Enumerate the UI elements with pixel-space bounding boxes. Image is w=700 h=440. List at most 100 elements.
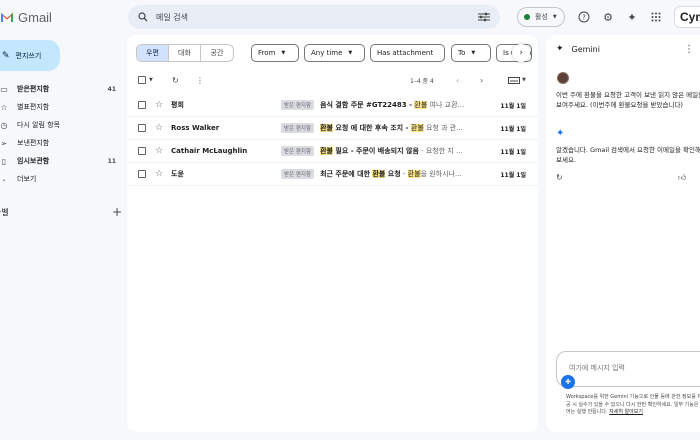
learn-more-link[interactable]: 자세히 알아보기 [609, 409, 643, 415]
inbox-label-tag[interactable]: 받은 편지함 [281, 123, 315, 133]
user-prompt-message: 이번 주에 환불을 요청한 고객이 보낸 읽지 않은 메일을 보여주세요. (이… [556, 91, 700, 109]
input-tools-icon[interactable]: ▼ [508, 72, 526, 88]
row-checkbox[interactable] [138, 147, 146, 155]
gemini-message-input[interactable] [569, 364, 699, 372]
tab-chat[interactable]: 대화 [169, 45, 201, 61]
sidebar-item-label: 별표편지함 [17, 103, 50, 111]
tab-spaces[interactable]: 공간 [201, 45, 233, 61]
email-date: 11월 1일 [500, 171, 526, 179]
row-checkbox[interactable] [138, 170, 146, 178]
inbox-label-tag[interactable]: 받은 편지함 [281, 169, 315, 179]
row-checkbox[interactable] [138, 124, 146, 132]
email-date: 11월 1일 [500, 102, 526, 110]
unread-count: 41 [107, 85, 116, 93]
refresh-icon[interactable]: ↻ [172, 72, 179, 88]
prev-page-icon[interactable]: ‹ [456, 72, 459, 88]
chip-label: To [458, 49, 466, 57]
chip-label: From [258, 49, 276, 57]
email-row[interactable]: ☆ Cathair McLaughlin 받은 편지함 환불 필요 - 주문이 … [128, 140, 538, 163]
more-vert-icon[interactable]: ⋮ [684, 44, 694, 55]
clock-icon: ◷ [0, 120, 8, 130]
filter-to-chip[interactable]: To ▼ [451, 44, 491, 62]
email-subject: 필요 - 주문이 배송되지 않음 [332, 147, 419, 155]
email-row[interactable]: ☆ Ross Walker 받은 편지함 환불 요청 에 대한 후속 조치 - … [128, 117, 538, 140]
thumbs-up-icon[interactable]: 👍︎ [678, 173, 686, 183]
email-snippet: - 요청한 지 ... [418, 147, 463, 155]
sidebar-item-more[interactable]: ⌄ 더보기 [0, 170, 122, 188]
email-subject: 요청 에 대한 후속 조치 - [332, 124, 411, 132]
chevron-down-icon: ▼ [281, 50, 286, 56]
category-tabs: 우편 대화 공간 [136, 44, 234, 62]
pagination-range: 1–4 중 4 [410, 78, 434, 85]
email-date: 11월 1일 [500, 125, 526, 133]
email-sender: Cathair McLaughlin [171, 147, 248, 155]
account-brand-logo[interactable]: Cym [674, 6, 700, 28]
sidebar-item-inbox[interactable]: ▭ 받은편지함 41 [0, 80, 122, 98]
gmail-logo[interactable]: Gmail [0, 9, 52, 25]
star-icon[interactable]: ☆ [155, 100, 165, 110]
star-icon[interactable]: ☆ [155, 146, 165, 156]
search-highlight: 환불 [407, 170, 421, 178]
search-highlight: 환불 [410, 124, 424, 132]
labels-header: 라벨 + [0, 205, 122, 219]
gemini-response-text: 알겠습니다. Gmail 검색에서 요청한 이메일을 확인해 보세요. [556, 146, 700, 164]
filter-has-attachment-chip[interactable]: Has attachment [370, 44, 445, 62]
row-checkbox[interactable] [138, 101, 146, 109]
tab-mail[interactable]: 우편 [137, 45, 169, 61]
add-label-icon[interactable]: + [112, 205, 122, 219]
status-selector[interactable]: 활성 ▼ [517, 7, 565, 27]
search-icon[interactable] [138, 12, 148, 22]
avatar [557, 72, 569, 84]
apps-grid-icon[interactable] [649, 10, 663, 24]
search-bar[interactable]: 메일 검색 [128, 5, 500, 29]
status-label: 활성 [535, 13, 548, 21]
email-subject-snippet: 최근 주문에 대한 환불 요청 - 환불을 원하시나... [320, 170, 462, 178]
sidebar-item-sent[interactable]: ➢ 보낸편지함 [0, 134, 122, 152]
compose-button[interactable]: ✎ 편지쓰기 [0, 40, 60, 71]
sidebar-item-starred[interactable]: ☆ 별표편지함 [0, 98, 122, 116]
email-subject: 음식 결함 주문 #GT22483 - [320, 101, 415, 109]
email-subject-snippet: 환불 필요 - 주문이 배송되지 않음 - 요청한 지 ... [320, 146, 498, 156]
sidebar-item-snoozed[interactable]: ◷ 다시 알림 항목 [0, 116, 122, 134]
search-highlight: 환불 [320, 124, 333, 132]
app-name: Gmail [18, 9, 52, 25]
search-highlight: 환불 [320, 147, 333, 155]
select-all-checkbox[interactable] [138, 76, 146, 84]
next-page-icon[interactable]: › [480, 72, 483, 88]
inbox-icon: ▭ [0, 84, 8, 94]
chip-label: Has attachment [377, 49, 434, 57]
chevron-down-icon: ▼ [149, 77, 153, 83]
filter-options-icon[interactable] [478, 12, 490, 22]
chevron-down-icon: ⌄ [1, 175, 7, 183]
labels-title: 라벨 [0, 207, 9, 217]
filter-from-chip[interactable]: From ▼ [251, 44, 299, 62]
attach-icon[interactable]: ✚ [561, 375, 575, 389]
draft-count: 11 [107, 157, 116, 165]
sidebar-item-drafts[interactable]: ▯ 임시보관함 11 [0, 152, 122, 170]
select-all-control[interactable]: ▼ [138, 72, 153, 88]
sidebar-item-label: 임시보관함 [17, 157, 50, 165]
star-icon[interactable]: ☆ [155, 169, 165, 179]
search-input[interactable]: 메일 검색 [156, 12, 478, 23]
chevron-down-icon: ▼ [348, 50, 353, 56]
search-highlight: 환불 [414, 101, 428, 109]
email-row[interactable]: ☆ 도윤 받은 편지함 최근 주문에 대한 환불 요청 - 환불을 원하시나..… [128, 163, 538, 186]
help-icon[interactable]: ? [577, 10, 591, 24]
star-icon[interactable]: ☆ [155, 123, 165, 133]
gemini-message-box[interactable] [556, 351, 700, 387]
email-sender: 평희 [171, 101, 184, 109]
gemini-spark-icon[interactable]: ✦ [625, 10, 639, 24]
compose-label: 편지쓰기 [15, 51, 42, 60]
filter-any-time-chip[interactable]: Any time ▼ [304, 44, 365, 62]
mail-toolbar: ▼ ↻ ⋮ 1–4 중 4 ‹ › ▼ [136, 72, 528, 88]
send-icon: ➢ [0, 138, 8, 148]
star-icon: ☆ [0, 102, 8, 112]
settings-gear-icon[interactable]: ⚙ [601, 10, 615, 24]
retry-icon[interactable]: ↻ [556, 173, 563, 182]
inbox-label-tag[interactable]: 받은 편지함 [281, 100, 315, 110]
email-date: 11월 1일 [500, 148, 526, 156]
chevron-right-icon[interactable]: › [512, 44, 530, 62]
more-vert-icon[interactable]: ⋮ [196, 72, 204, 88]
inbox-label-tag[interactable]: 받은 편지함 [281, 146, 315, 156]
email-row[interactable]: ☆ 평희 받은 편지함 음식 결함 주문 #GT22483 - 환불 여나 교환… [128, 94, 538, 117]
